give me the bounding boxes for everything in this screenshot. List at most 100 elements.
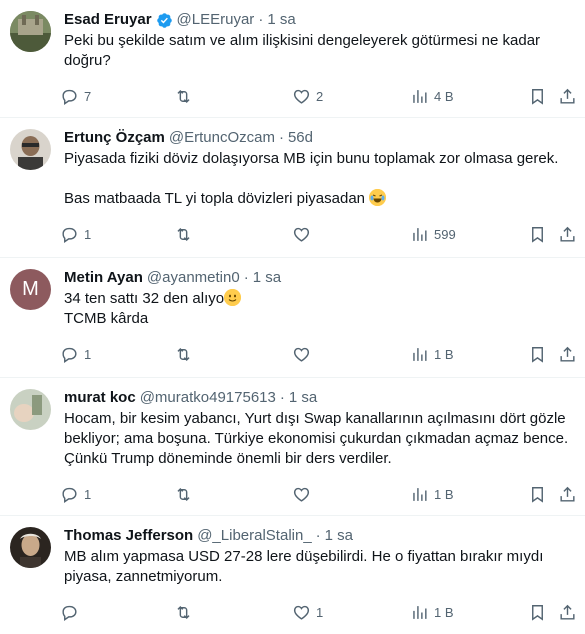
timestamp[interactable]: 1 sa	[289, 388, 317, 408]
tweet-text: Hocam, bir kesim yabancı, Yurt dışı Swap…	[64, 409, 569, 469]
reply-icon	[62, 89, 77, 105]
timestamp[interactable]: 1 sa	[325, 526, 353, 546]
author-name[interactable]: Ertunç Özçam	[64, 128, 165, 148]
timestamp[interactable]: 1 sa	[253, 268, 281, 288]
avatar[interactable]	[10, 527, 51, 568]
share-icon	[560, 226, 575, 242]
bookmark-button[interactable]	[528, 87, 547, 106]
timestamp[interactable]: 1 sa	[267, 10, 295, 30]
views-chart-icon	[413, 606, 427, 619]
retweet-button[interactable]	[174, 345, 193, 364]
tweet[interactable]: Esad Eruyar @LEEruyar · 1 sa Peki bu şek…	[0, 0, 585, 118]
view-count: 1 B	[434, 605, 454, 620]
tweet-line-text: 34 ten sattı 32 den alıyo	[64, 290, 225, 307]
author-name[interactable]: murat koc	[64, 388, 136, 408]
author-handle[interactable]: @_LiberalStalin_	[197, 526, 311, 546]
tweet-header: Ertunç Özçam @ErtuncOzcam · 56d	[64, 128, 569, 148]
reply-icon	[62, 347, 77, 363]
tweet[interactable]: murat koc @muratko49175613 · 1 sa Hocam,…	[0, 378, 585, 516]
reply-button[interactable]	[60, 603, 79, 622]
share-button[interactable]	[558, 87, 577, 106]
tweet[interactable]: Thomas Jefferson @_LiberalStalin_ · 1 sa…	[0, 516, 585, 634]
views-button[interactable]: 1 B	[410, 603, 454, 622]
bookmark-button[interactable]	[528, 485, 547, 504]
share-button[interactable]	[558, 485, 577, 504]
tweet-text: Piyasada fiziki döviz dolaşıyorsa MB içi…	[64, 149, 569, 209]
reply-button[interactable]: 7	[60, 87, 91, 106]
author-name[interactable]: Esad Eruyar	[64, 10, 152, 30]
avatar[interactable]	[10, 11, 51, 52]
author-handle[interactable]: @LEEruyar	[177, 10, 255, 30]
like-button[interactable]: 2	[292, 87, 323, 106]
views-button[interactable]: 1 B	[410, 485, 454, 504]
views-chart-icon	[413, 228, 427, 241]
reply-button[interactable]: 1	[60, 225, 91, 244]
author-handle[interactable]: @ayanmetin0	[147, 268, 240, 288]
heart-icon	[293, 227, 310, 242]
retweet-button[interactable]	[174, 225, 193, 244]
bookmark-button[interactable]	[528, 345, 547, 364]
reply-button[interactable]: 1	[60, 485, 91, 504]
tweet[interactable]: M Metin Ayan @ayanmetin0 · 1 sa 34 ten s…	[0, 258, 585, 378]
heart-icon	[293, 89, 310, 104]
tweet-line: Bas matbaada TL yi topla dövizleri piyas…	[64, 189, 569, 209]
author-handle[interactable]: @ErtuncOzcam	[169, 128, 275, 148]
author-handle[interactable]: @muratko49175613	[140, 388, 276, 408]
separator: ·	[279, 389, 285, 406]
bookmark-button[interactable]	[528, 603, 547, 622]
author-name[interactable]: Metin Ayan	[64, 268, 143, 288]
share-button[interactable]	[558, 603, 577, 622]
heart-icon	[293, 347, 310, 362]
avatar-letter: M	[22, 278, 39, 300]
avatar[interactable]	[10, 389, 51, 430]
tweet-header: Thomas Jefferson @_LiberalStalin_ · 1 sa	[64, 526, 569, 546]
avatar[interactable]	[10, 129, 51, 170]
reply-count: 1	[84, 227, 92, 242]
bookmark-icon	[532, 347, 543, 363]
tweet-header: murat koc @muratko49175613 · 1 sa	[64, 388, 569, 408]
like-count: 1	[316, 605, 324, 620]
separator: ·	[315, 527, 321, 544]
tweet-line: Piyasada fiziki döviz dolaşıyorsa MB içi…	[64, 150, 559, 167]
tweet[interactable]: Ertunç Özçam @ErtuncOzcam · 56d Piyasada…	[0, 118, 585, 258]
like-button[interactable]	[292, 225, 311, 244]
author-name[interactable]: Thomas Jefferson	[64, 526, 193, 546]
separator: ·	[243, 269, 249, 286]
tweet-text: MB alım yapmasa USD 27-28 lere düşebilir…	[64, 547, 569, 587]
retweet-button[interactable]	[174, 603, 193, 622]
tweet-header: Metin Ayan @ayanmetin0 · 1 sa	[64, 268, 569, 288]
like-button[interactable]	[292, 345, 311, 364]
views-chart-icon	[413, 488, 427, 501]
tweet-line: TCMB kârda	[64, 310, 149, 327]
reply-count: 1	[84, 347, 92, 362]
reply-icon	[62, 605, 77, 621]
heart-icon	[293, 605, 310, 620]
like-button[interactable]	[292, 485, 311, 504]
share-button[interactable]	[558, 345, 577, 364]
reply-count: 1	[84, 487, 92, 502]
view-count: 4 B	[434, 89, 454, 104]
tweet-actions: 1 599	[62, 215, 575, 255]
views-chart-icon	[413, 348, 427, 361]
views-button[interactable]: 4 B	[410, 87, 454, 106]
tweet-line: MB alım yapmasa USD 27-28 lere düşebilir…	[64, 548, 544, 585]
bookmark-button[interactable]	[528, 225, 547, 244]
retweet-button[interactable]	[174, 87, 193, 106]
view-count: 1 B	[434, 347, 454, 362]
reply-button[interactable]: 1	[60, 345, 91, 364]
reply-feed: Esad Eruyar @LEEruyar · 1 sa Peki bu şek…	[0, 0, 585, 634]
tweet-line: 34 ten sattı 32 den alıyo	[64, 289, 569, 309]
like-button[interactable]: 1	[292, 603, 323, 622]
share-button[interactable]	[558, 225, 577, 244]
views-button[interactable]: 599	[410, 225, 456, 244]
retweet-icon	[177, 487, 190, 502]
reply-icon	[62, 487, 77, 503]
views-button[interactable]: 1 B	[410, 345, 454, 364]
retweet-button[interactable]	[174, 485, 193, 504]
timestamp[interactable]: 56d	[288, 128, 313, 148]
tweet-header: Esad Eruyar @LEEruyar · 1 sa	[64, 10, 569, 30]
separator: ·	[258, 11, 264, 28]
tweet-text: Peki bu şekilde satım ve alım ilişkisini…	[64, 31, 569, 71]
retweet-icon	[177, 227, 190, 242]
avatar[interactable]: M	[10, 269, 51, 310]
